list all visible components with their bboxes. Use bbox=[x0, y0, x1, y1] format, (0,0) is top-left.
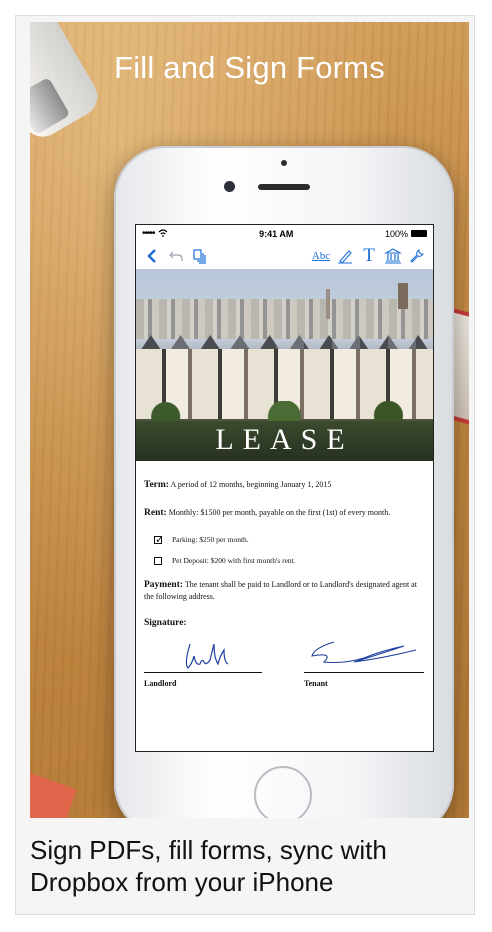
decor-red bbox=[30, 769, 77, 818]
sensor-dot bbox=[281, 160, 287, 166]
tenant-signature-line bbox=[304, 672, 424, 673]
landlord-signature-field[interactable]: Landlord bbox=[144, 634, 262, 688]
settings-button[interactable] bbox=[405, 245, 429, 267]
lease-title: LEASE bbox=[215, 423, 354, 456]
undo-icon bbox=[169, 251, 183, 261]
phone-screen: ••••• 9:41 AM 100% Abc T LEASE Term: A p… bbox=[135, 224, 434, 752]
chevron-left-icon bbox=[147, 248, 156, 263]
battery-icon bbox=[410, 230, 427, 237]
promo-screenshot: Fill and Sign Forms ••••• 9:41 AM 100% A… bbox=[30, 22, 469, 818]
landlord-signature bbox=[185, 643, 229, 669]
status-time: 9:41 AM bbox=[259, 228, 294, 239]
pen-icon bbox=[338, 249, 352, 264]
battery-percent: 100% bbox=[384, 228, 408, 239]
landlord-label: Landlord bbox=[144, 679, 177, 688]
parking-checkbox[interactable]: ✓ bbox=[154, 532, 165, 546]
option-row-pet-deposit: Pet Deposit: $200 with first month's ren… bbox=[154, 556, 425, 565]
pages-button[interactable] bbox=[188, 245, 212, 267]
home-button[interactable] bbox=[254, 766, 312, 818]
rent-text: Monthly: $1500 per month, payable on the… bbox=[168, 508, 391, 517]
option-row-parking: ✓ Parking: $250 per month. bbox=[154, 532, 425, 546]
promo-title: Fill and Sign Forms bbox=[114, 50, 385, 85]
pen-button[interactable] bbox=[333, 245, 357, 267]
option-text: Parking: $250 per month. bbox=[172, 535, 249, 544]
wifi-icon bbox=[158, 228, 168, 239]
term-text: A period of 12 months, beginning January… bbox=[170, 480, 332, 489]
skyline-tower bbox=[398, 283, 408, 309]
editor-toolbar: Abc T bbox=[136, 242, 433, 269]
pet-deposit-checkbox[interactable] bbox=[154, 556, 162, 565]
lease-hero-image: LEASE bbox=[136, 269, 433, 461]
rent-paragraph: Rent: Monthly: $1500 per month, payable … bbox=[144, 507, 425, 519]
tenant-label: Tenant bbox=[304, 679, 328, 688]
status-bar: ••••• 9:41 AM 100% bbox=[136, 225, 433, 242]
term-paragraph: Term: A period of 12 months, beginning J… bbox=[144, 479, 425, 491]
term-label: Term: bbox=[144, 480, 169, 490]
city-skyline bbox=[136, 299, 433, 339]
skyline-spire bbox=[326, 289, 330, 319]
payment-label: Payment: bbox=[144, 580, 184, 590]
pages-icon bbox=[193, 248, 206, 264]
tenant-signature bbox=[311, 641, 417, 664]
iphone-frame: ••••• 9:41 AM 100% Abc T LEASE Term: A p… bbox=[114, 146, 454, 818]
payment-text: The tenant shall be paid to Landlord or … bbox=[144, 580, 417, 601]
lease-document: Term: A period of 12 months, beginning J… bbox=[136, 461, 433, 694]
promo-caption: Sign PDFs, fill forms, sync with Dropbox… bbox=[30, 835, 387, 897]
earpiece-speaker bbox=[258, 184, 310, 190]
text-tool-button[interactable]: T bbox=[357, 245, 381, 267]
signature-row: Landlord Tenant bbox=[144, 634, 425, 694]
text-annotation-button[interactable]: Abc bbox=[309, 245, 333, 267]
undo-button[interactable] bbox=[164, 245, 188, 267]
checkmark-icon: ✓ bbox=[155, 532, 165, 546]
back-button[interactable] bbox=[140, 245, 164, 267]
option-text: Pet Deposit: $200 with first month's ren… bbox=[172, 556, 296, 565]
wrench-icon bbox=[410, 248, 424, 263]
front-camera bbox=[224, 181, 235, 192]
landlord-signature-line bbox=[144, 672, 262, 673]
rent-label: Rent: bbox=[144, 508, 167, 518]
signal-dots: ••••• bbox=[142, 228, 155, 239]
bank-icon bbox=[384, 247, 402, 264]
stamp-button[interactable] bbox=[381, 245, 405, 267]
tenant-signature-field[interactable]: Tenant bbox=[304, 634, 424, 688]
signature-heading: Signature: bbox=[144, 618, 187, 628]
payment-paragraph: Payment: The tenant shall be paid to Lan… bbox=[144, 579, 425, 602]
